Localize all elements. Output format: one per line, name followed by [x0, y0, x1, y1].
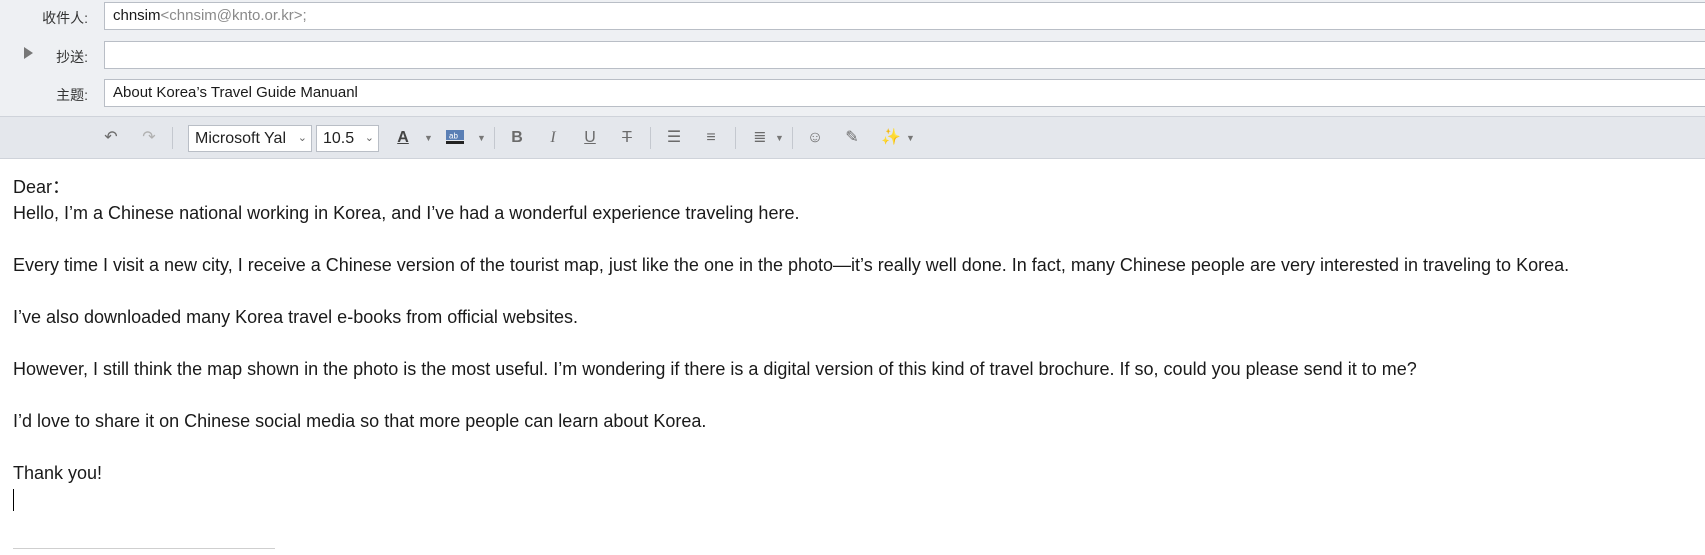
- subject-field[interactable]: About Korea’s Travel Guide Manuanl: [104, 79, 1705, 107]
- emoji-icon[interactable]: ☺: [804, 127, 826, 149]
- format-painter-icon[interactable]: ✎: [841, 127, 863, 149]
- highlight-dropdown-icon[interactable]: ▼: [477, 127, 486, 149]
- toolbar-divider: [735, 127, 736, 149]
- signature-divider: [13, 548, 275, 549]
- chevron-down-icon: ⌄: [297, 132, 307, 144]
- toolbar-divider: [172, 127, 173, 149]
- toolbar-divider: [650, 127, 651, 149]
- body-line: Hello, I’m a Chinese national working in…: [13, 203, 800, 223]
- font-color-icon[interactable]: A: [392, 127, 414, 149]
- message-body[interactable]: Dear： Hello, I’m a Chinese national work…: [13, 174, 1693, 512]
- magic-wand-icon[interactable]: ✨: [880, 127, 902, 149]
- subject-row: 主题: About Korea’s Travel Guide Manuanl: [0, 79, 1705, 109]
- text-cursor: [13, 489, 14, 512]
- cc-label: 抄送:: [56, 49, 88, 65]
- font-family-select[interactable]: Microsoft Yal ⌄: [188, 125, 312, 152]
- format-toolbar: ↶ ↷ Microsoft Yal ⌄ 10.5 ⌄ A ▼ ab ▼ B I …: [0, 116, 1705, 159]
- font-size-select[interactable]: 10.5 ⌄: [316, 125, 379, 152]
- compose-header: 收件人: chnsim<chnsim@knto.or.kr>; 抄送: 主题: …: [0, 0, 1705, 116]
- svg-text:ab: ab: [449, 132, 458, 141]
- cc-row: 抄送:: [0, 41, 1705, 71]
- strikethrough-icon[interactable]: T: [616, 127, 638, 149]
- to-field[interactable]: chnsim<chnsim@knto.or.kr>;: [104, 2, 1705, 30]
- closing-line: Thank you!: [13, 463, 103, 483]
- to-label: 收件人:: [42, 10, 88, 26]
- undo-icon[interactable]: ↶: [100, 127, 122, 149]
- bold-icon[interactable]: B: [506, 127, 528, 149]
- numbered-list-icon[interactable]: ≡: [700, 127, 722, 149]
- cc-field[interactable]: [104, 41, 1705, 69]
- font-family-value: Microsoft Yal: [195, 130, 286, 147]
- body-line: However, I still think the map shown in …: [13, 359, 1417, 379]
- body-line: I’ve also downloaded many Korea travel e…: [13, 307, 578, 327]
- align-dropdown-icon[interactable]: ▼: [775, 127, 784, 149]
- magic-wand-dropdown-icon[interactable]: ▼: [906, 127, 915, 149]
- underline-icon[interactable]: U: [579, 127, 601, 149]
- chevron-down-icon: ⌄: [364, 132, 374, 144]
- bullet-list-icon[interactable]: ☰: [663, 127, 685, 149]
- font-color-dropdown-icon[interactable]: ▼: [424, 127, 433, 149]
- greeting-line: Dear：: [13, 177, 71, 197]
- cursor-line: [13, 486, 1693, 512]
- recipient-name: chnsim: [113, 7, 161, 24]
- toolbar-divider: [494, 127, 495, 149]
- subject-label: 主题:: [56, 87, 88, 103]
- expand-triangle-icon[interactable]: [24, 47, 33, 59]
- italic-icon[interactable]: I: [542, 127, 564, 149]
- align-icon[interactable]: ≣: [749, 127, 771, 149]
- highlight-color-icon[interactable]: ab: [444, 127, 466, 149]
- to-row: 收件人: chnsim<chnsim@knto.or.kr>;: [0, 2, 1705, 32]
- font-size-value: 10.5: [323, 130, 355, 147]
- toolbar-divider: [792, 127, 793, 149]
- body-line: I’d love to share it on Chinese social m…: [13, 411, 707, 431]
- body-line: Every time I visit a new city, I receive…: [13, 255, 1570, 275]
- recipient-address: <chnsim@knto.or.kr>;: [160, 7, 307, 24]
- redo-icon[interactable]: ↷: [138, 127, 160, 149]
